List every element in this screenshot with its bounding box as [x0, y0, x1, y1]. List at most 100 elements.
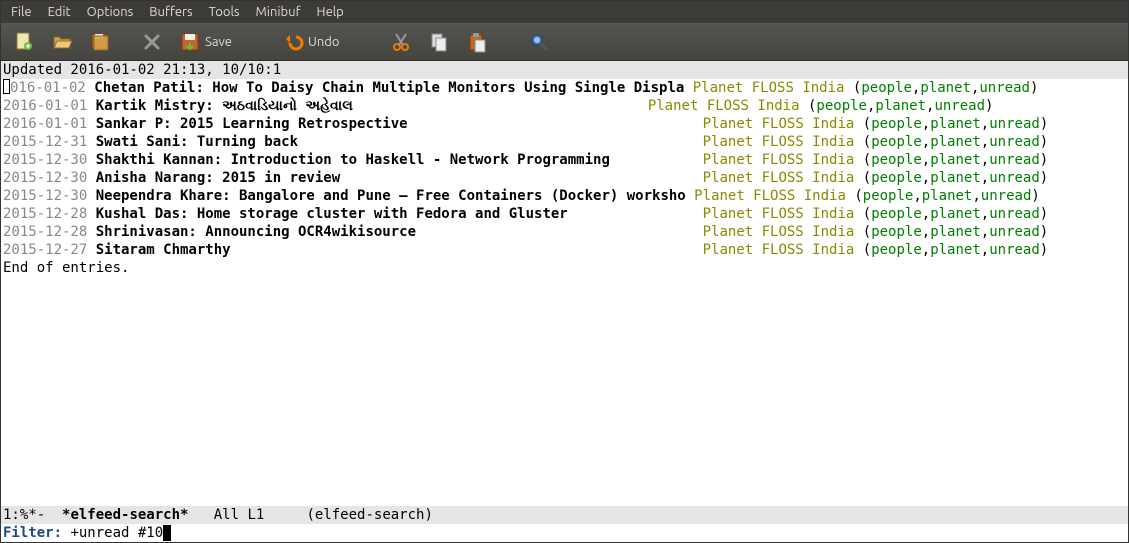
- entry-date: 2015-12-28: [3, 223, 96, 241]
- entry-tags: (people,planet,unread): [863, 223, 1048, 241]
- entry-date: 2015-12-30: [3, 151, 96, 169]
- tag: people: [871, 224, 922, 240]
- new-file-button[interactable]: [7, 27, 41, 57]
- new-file-icon: [13, 31, 35, 53]
- entry-date: 2015-12-31: [3, 133, 96, 151]
- modeline: 1:%*- *elfeed-search* All L1 (elfeed-sea…: [1, 506, 1128, 524]
- menu-buffers[interactable]: Buffers: [141, 3, 200, 21]
- modeline-mid: All L1: [188, 507, 306, 523]
- menu-minibuf[interactable]: Minibuf: [248, 3, 309, 21]
- entry-date: 2015-12-30: [3, 187, 96, 205]
- open-button[interactable]: [45, 27, 79, 57]
- close-button[interactable]: [135, 27, 169, 57]
- feed-entry[interactable]: 2015-12-30 Shakthi Kannan: Introduction …: [3, 151, 1126, 169]
- tag: unread: [989, 170, 1040, 186]
- toolbar: Save Undo: [1, 23, 1128, 61]
- modeline-mode: (elfeed-search): [306, 507, 432, 523]
- save-button[interactable]: Save: [173, 27, 238, 57]
- point-cursor-icon: [3, 79, 10, 94]
- open-icon: [51, 31, 73, 53]
- buffer-header: Updated 2016-01-02 21:13, 10/10:1: [1, 61, 1128, 79]
- menu-options[interactable]: Options: [79, 3, 142, 21]
- modeline-left: 1:%*-: [3, 507, 62, 523]
- tag: unread: [989, 224, 1040, 240]
- minibuffer[interactable]: Filter: +unread #10: [1, 524, 1128, 542]
- tag: planet: [875, 98, 926, 114]
- undo-icon: [282, 31, 304, 53]
- entry-feed: Planet FLOSS India: [703, 241, 863, 259]
- entry-feed: Planet FLOSS India: [703, 133, 863, 151]
- paste-button[interactable]: [460, 27, 494, 57]
- entry-feed: Planet FLOSS India: [703, 223, 863, 241]
- entry-feed: Planet FLOSS India: [694, 187, 854, 205]
- feed-entry[interactable]: 2015-12-30 Neependra Khare: Bangalore an…: [3, 187, 1126, 205]
- tag: people: [861, 80, 912, 96]
- entry-feed: Planet FLOSS India: [703, 205, 863, 223]
- tag: planet: [930, 206, 981, 222]
- entry-feed: Planet FLOSS India: [648, 97, 808, 115]
- entry-feed: Planet FLOSS India: [703, 169, 863, 187]
- entry-tags: (people,planet,unread): [863, 151, 1048, 169]
- close-icon: [141, 31, 163, 53]
- tag: people: [871, 152, 922, 168]
- tag: planet: [930, 116, 981, 132]
- entry-title: Shakthi Kannan: Introduction to Haskell …: [96, 151, 610, 169]
- entry-tags: (people,planet,unread): [854, 187, 1039, 205]
- menu-tools[interactable]: Tools: [201, 3, 248, 21]
- copy-button[interactable]: [422, 27, 456, 57]
- entry-title: Chetan Patil: How To Daisy Chain Multipl…: [94, 79, 684, 97]
- cut-button[interactable]: [384, 27, 418, 57]
- tag: planet: [930, 170, 981, 186]
- paste-icon: [466, 31, 488, 53]
- save-all-icon: [89, 31, 111, 53]
- entry-date: 016-01-02: [10, 79, 94, 97]
- tag: unread: [979, 80, 1030, 96]
- entry-feed: Planet FLOSS India: [703, 151, 863, 169]
- entry-title: Shrinivasan: Announcing OCR4wikisource: [96, 223, 416, 241]
- search-button[interactable]: [522, 27, 556, 57]
- entry-title: Anisha Narang: 2015 in review: [96, 169, 340, 187]
- entry-title: Kushal Das: Home storage cluster with Fe…: [96, 205, 568, 223]
- tag: unread: [981, 188, 1032, 204]
- modeline-buffer: *elfeed-search*: [62, 507, 188, 523]
- elfeed-buffer[interactable]: 016-01-02 Chetan Patil: How To Daisy Cha…: [1, 79, 1128, 506]
- feed-entry[interactable]: 2015-12-30 Anisha Narang: 2015 in review…: [3, 169, 1126, 187]
- tag: unread: [989, 206, 1040, 222]
- entry-title: Kartik Mistry: અઠવાડિયાનો અહેવાલ: [96, 97, 353, 115]
- entry-title: Swati Sani: Turning back: [96, 133, 298, 151]
- cursor-icon: [163, 525, 171, 541]
- feed-entry[interactable]: 2015-12-28 Kushal Das: Home storage clus…: [3, 205, 1126, 223]
- save-all-button[interactable]: [83, 27, 117, 57]
- entry-tags: (people,planet,unread): [863, 169, 1048, 187]
- tag: people: [863, 188, 914, 204]
- tag: planet: [930, 242, 981, 258]
- tag: planet: [930, 134, 981, 150]
- feed-entry[interactable]: 2015-12-28 Shrinivasan: Announcing OCR4w…: [3, 223, 1126, 241]
- feed-entry[interactable]: 2016-01-01 Kartik Mistry: અઠવાડિયાનો અહે…: [3, 97, 1126, 115]
- tag: planet: [922, 188, 973, 204]
- tag: people: [871, 134, 922, 150]
- entry-date: 2015-12-28: [3, 205, 96, 223]
- entry-feed: Planet FLOSS India: [703, 115, 863, 133]
- tag: people: [816, 98, 867, 114]
- tag: unread: [989, 152, 1040, 168]
- undo-button[interactable]: Undo: [276, 27, 346, 57]
- entry-tags: (people,planet,unread): [863, 241, 1048, 259]
- tag: unread: [989, 116, 1040, 132]
- menu-help[interactable]: Help: [309, 3, 352, 21]
- tag: planet: [930, 224, 981, 240]
- feed-entry[interactable]: 2015-12-31 Swati Sani: Turning back Plan…: [3, 133, 1126, 151]
- feed-entry[interactable]: 016-01-02 Chetan Patil: How To Daisy Cha…: [3, 79, 1126, 97]
- entry-title: Sitaram Chmarthy: [96, 241, 231, 259]
- menu-file[interactable]: File: [3, 3, 40, 21]
- entry-tags: (people,planet,unread): [863, 205, 1048, 223]
- minibuffer-input[interactable]: +unread #10: [70, 524, 163, 542]
- save-label: Save: [205, 35, 232, 49]
- tag: people: [871, 242, 922, 258]
- feed-entry[interactable]: 2015-12-27 Sitaram Chmarthy Planet FLOSS…: [3, 241, 1126, 259]
- search-icon: [528, 31, 550, 53]
- tag: people: [871, 206, 922, 222]
- feed-entry[interactable]: 2016-01-01 Sankar P: 2015 Learning Retro…: [3, 115, 1126, 133]
- menu-edit[interactable]: Edit: [40, 3, 79, 21]
- undo-label: Undo: [308, 35, 340, 49]
